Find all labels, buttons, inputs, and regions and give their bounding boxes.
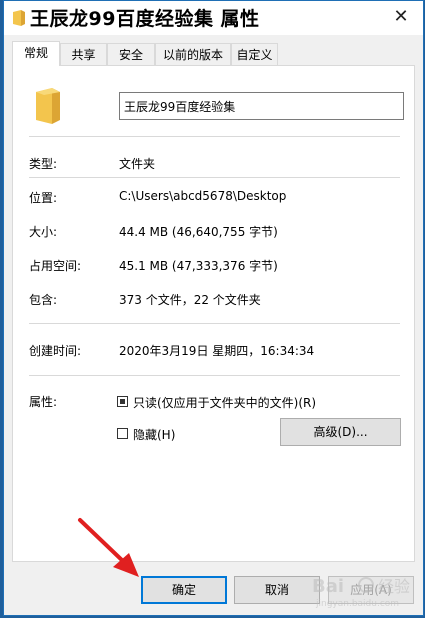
hidden-checkbox[interactable] bbox=[117, 428, 128, 439]
advanced-button[interactable]: 高级(D)... bbox=[280, 418, 401, 446]
separator bbox=[29, 323, 400, 324]
size-value: 44.4 MB (46,640,755 字节) bbox=[119, 225, 278, 239]
created-value: 2020年3月19日 星期四，16:34:34 bbox=[119, 344, 315, 358]
folder-icon bbox=[13, 10, 25, 26]
created-label: 创建时间: bbox=[29, 344, 82, 358]
attributes-label: 属性: bbox=[29, 395, 58, 409]
properties-window: 王辰龙99百度经验集 属性 ✕ 常规 共享 安全 以前的版本 自定义 类型: 文… bbox=[3, 0, 424, 616]
disk-size-value: 45.1 MB (47,333,376 字节) bbox=[119, 259, 278, 273]
type-value: 文件夹 bbox=[119, 157, 156, 171]
separator bbox=[29, 375, 400, 376]
readonly-checkbox-label[interactable]: 只读(仅应用于文件夹中的文件)(R) bbox=[133, 394, 316, 411]
contains-value: 373 个文件，22 个文件夹 bbox=[119, 293, 261, 307]
separator bbox=[29, 136, 400, 137]
hidden-checkbox-label[interactable]: 隐藏(H) bbox=[133, 426, 175, 443]
location-label: 位置: bbox=[29, 191, 58, 205]
tab-general[interactable]: 常规 bbox=[12, 41, 60, 66]
tab-customize[interactable]: 自定义 bbox=[231, 43, 278, 65]
tab-sharing[interactable]: 共享 bbox=[60, 43, 107, 65]
ok-button[interactable]: 确定 bbox=[141, 576, 227, 604]
folder-name-input[interactable] bbox=[119, 92, 404, 120]
tab-security[interactable]: 安全 bbox=[107, 43, 155, 65]
location-value: C:\Users\abcd5678\Desktop bbox=[119, 189, 287, 203]
contains-label: 包含: bbox=[29, 293, 58, 307]
svg-text:Bai: Bai bbox=[312, 576, 344, 597]
tab-previous-versions[interactable]: 以前的版本 bbox=[155, 43, 231, 65]
readonly-checkbox[interactable] bbox=[117, 396, 128, 407]
disk-size-label: 占用空间: bbox=[29, 259, 82, 273]
general-panel: 类型: 文件夹 位置: C:\Users\abcd5678\Desktop 大小… bbox=[12, 65, 415, 562]
svg-text:jingyan.baidu.com: jingyan.baidu.com bbox=[315, 599, 399, 609]
type-label: 类型: bbox=[29, 157, 58, 171]
separator bbox=[29, 177, 400, 178]
large-folder-icon bbox=[36, 88, 60, 124]
svg-text:经验: 经验 bbox=[378, 577, 410, 596]
close-button[interactable]: ✕ bbox=[387, 4, 415, 30]
baidu-watermark-logo: Bai 经验 jingyan.baidu.com bbox=[312, 576, 410, 609]
title-bar[interactable]: 王辰龙99百度经验集 属性 ✕ bbox=[4, 1, 423, 35]
window-title: 王辰龙99百度经验集 属性 bbox=[30, 8, 260, 30]
size-label: 大小: bbox=[29, 225, 58, 239]
